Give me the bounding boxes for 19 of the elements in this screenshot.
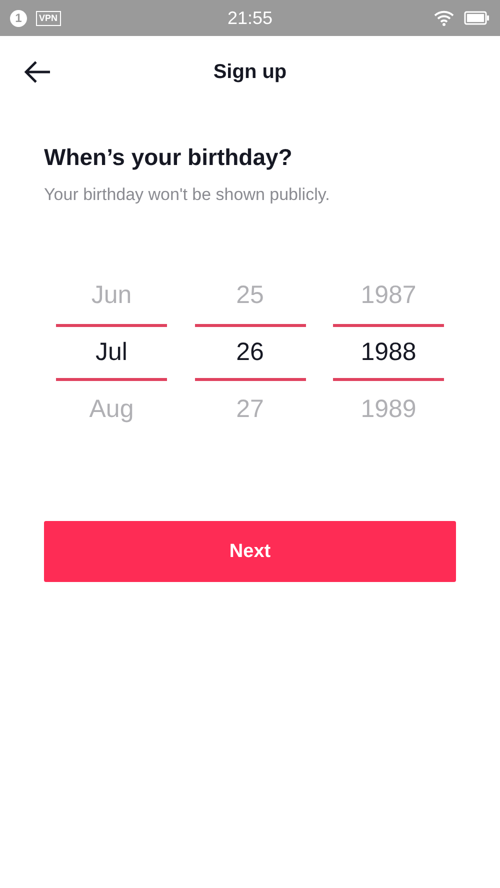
picker-option[interactable]: 1987 [333,267,444,324]
page-title: Sign up [213,60,287,84]
picker-option[interactable]: 27 [194,381,306,438]
next-button[interactable]: Next [44,521,456,582]
picker-option[interactable]: 1988 [333,324,444,381]
battery-icon [464,11,490,25]
picker-option[interactable]: Jun [56,267,167,324]
notification-count: 1 [10,10,27,26]
picker-option[interactable]: 1989 [333,381,444,438]
picker-option[interactable]: Jul [56,324,167,381]
vpn-badge: VPN [36,10,61,26]
heading: When’s your birthday? [44,144,294,171]
status-time: 21:55 [227,8,273,28]
picker-option[interactable]: 25 [194,267,306,324]
subtitle: Your birthday won't be shown publicly. [44,185,331,205]
back-arrow-icon [23,60,51,84]
wifi-icon [434,10,454,26]
picker-option[interactable]: Aug [56,381,167,438]
picker-option[interactable]: 26 [194,324,306,381]
